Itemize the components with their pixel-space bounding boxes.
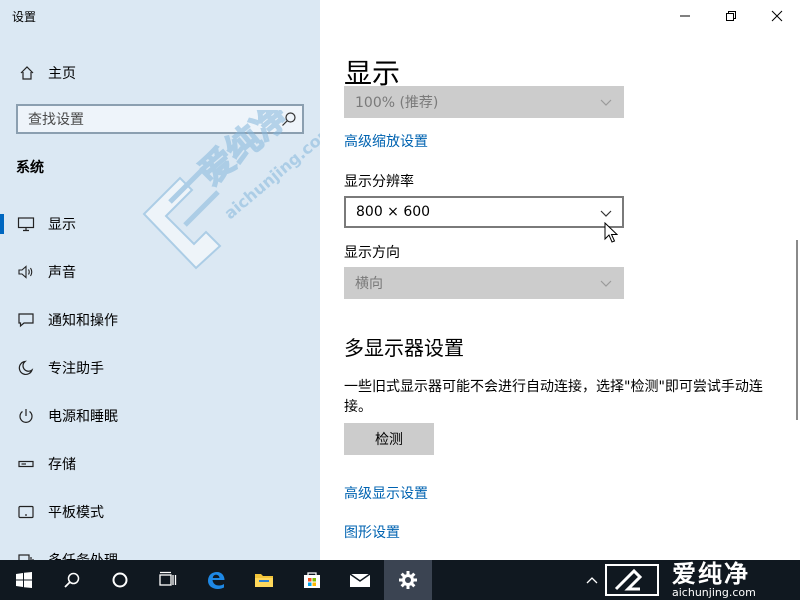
sidebar-nav: 显示 声音 通知和操作 专注助手 电源和睡眠 存储 平板模式 (0, 200, 320, 560)
mouse-cursor-icon (604, 222, 618, 243)
sidebar-item-label: 电源和睡眠 (48, 409, 118, 425)
chevron-up-icon (586, 577, 598, 584)
taskbar-search-button[interactable] (48, 560, 96, 600)
start-button[interactable] (0, 560, 48, 600)
sidebar-item-storage[interactable]: 存储 (0, 440, 320, 488)
main-content: 显示 100% (推荐) 高级缩放设置 显示分辨率 800 × 600 显示方向… (320, 0, 800, 560)
detect-button[interactable]: 检测 (344, 423, 434, 455)
close-icon (771, 10, 783, 22)
sidebar-item-focus-assist[interactable]: 专注助手 (0, 344, 320, 392)
sidebar-item-multitasking[interactable]: 多任务处理 (0, 536, 320, 560)
moon-icon (16, 358, 36, 378)
brand-name-cn: 爱纯净 (672, 560, 750, 588)
sidebar-item-notifications[interactable]: 通知和操作 (0, 296, 320, 344)
sidebar-item-label: 通知和操作 (48, 313, 118, 329)
resolution-value: 800 × 600 (356, 204, 431, 220)
sidebar-item-label: 多任务处理 (48, 550, 118, 560)
task-view-button[interactable] (144, 560, 192, 600)
sidebar-item-sound[interactable]: 声音 (0, 248, 320, 296)
sidebar-item-label: 显示 (48, 217, 76, 233)
sidebar-item-label: 存储 (48, 457, 76, 473)
task-view-icon (159, 571, 177, 586)
search-icon (64, 572, 80, 588)
chevron-down-icon (600, 99, 612, 106)
home-icon (16, 62, 38, 84)
store-icon (304, 572, 320, 588)
sidebar-item-display[interactable]: 显示 (0, 200, 320, 248)
edge-button[interactable] (192, 560, 240, 600)
brand-watermark: 爱纯净 aichunjing.com (600, 560, 756, 600)
resolution-label: 显示分辨率 (344, 174, 414, 190)
windows-start-icon (16, 572, 32, 588)
orientation-label: 显示方向 (344, 245, 400, 261)
settings-button[interactable] (384, 560, 432, 600)
sidebar-item-label: 平板模式 (48, 505, 104, 521)
power-icon (16, 406, 36, 426)
notification-icon (16, 310, 36, 330)
sidebar: 设置 主页 查找设置 系统 爱纯净 aichunjing.com 显示 声音 通… (0, 0, 320, 560)
tablet-icon (16, 502, 36, 522)
chevron-down-icon (600, 280, 612, 287)
brand-logo (605, 564, 659, 596)
advanced-display-link[interactable]: 高级显示设置 (344, 483, 428, 503)
resolution-dropdown[interactable]: 800 × 600 (344, 196, 624, 228)
graphics-settings-link[interactable]: 图形设置 (344, 522, 400, 542)
store-button[interactable] (288, 560, 336, 600)
settings-icon (399, 571, 417, 589)
home-label: 主页 (48, 66, 76, 82)
edge-icon (208, 572, 225, 589)
maximize-button[interactable] (708, 0, 754, 32)
mail-icon (349, 573, 371, 587)
scale-dropdown[interactable]: 100% (推荐) (344, 86, 624, 118)
multi-display-description: 一些旧式显示器可能不会进行自动连接，选择"检测"即可尝试手动连接。 (344, 379, 763, 415)
sidebar-item-tablet[interactable]: 平板模式 (0, 488, 320, 536)
advanced-scaling-link[interactable]: 高级缩放设置 (344, 131, 428, 151)
orientation-value: 横向 (355, 276, 383, 292)
sidebar-item-label: 专注助手 (48, 361, 104, 377)
taskbar: 爱纯净 aichunjing.com (0, 560, 800, 600)
section-title: 系统 (16, 160, 44, 176)
cortana-button[interactable] (96, 560, 144, 600)
storage-icon (16, 454, 36, 474)
orientation-dropdown[interactable]: 横向 (344, 267, 624, 299)
brand-name-en: aichunjing.com (672, 586, 756, 599)
sidebar-item-power[interactable]: 电源和睡眠 (0, 392, 320, 440)
file-explorer-icon (255, 574, 273, 587)
sidebar-home[interactable]: 主页 (16, 62, 76, 84)
mail-button[interactable] (336, 560, 384, 600)
monitor-icon (16, 214, 36, 234)
file-explorer-button[interactable] (240, 560, 288, 600)
scrollbar[interactable] (796, 240, 798, 420)
multi-display-title: 多显示器设置 (344, 336, 464, 360)
close-button[interactable] (754, 0, 800, 32)
sidebar-item-label: 声音 (48, 265, 76, 281)
scale-value: 100% (推荐) (355, 95, 439, 111)
window-controls (662, 0, 800, 32)
restore-icon (726, 11, 736, 21)
multitask-icon (16, 550, 36, 560)
app-title: 设置 (12, 10, 37, 24)
minimize-button[interactable] (662, 0, 708, 32)
cortana-icon (112, 572, 128, 588)
minimize-icon (680, 15, 690, 17)
speaker-icon (16, 262, 36, 282)
chevron-down-icon (600, 210, 612, 217)
